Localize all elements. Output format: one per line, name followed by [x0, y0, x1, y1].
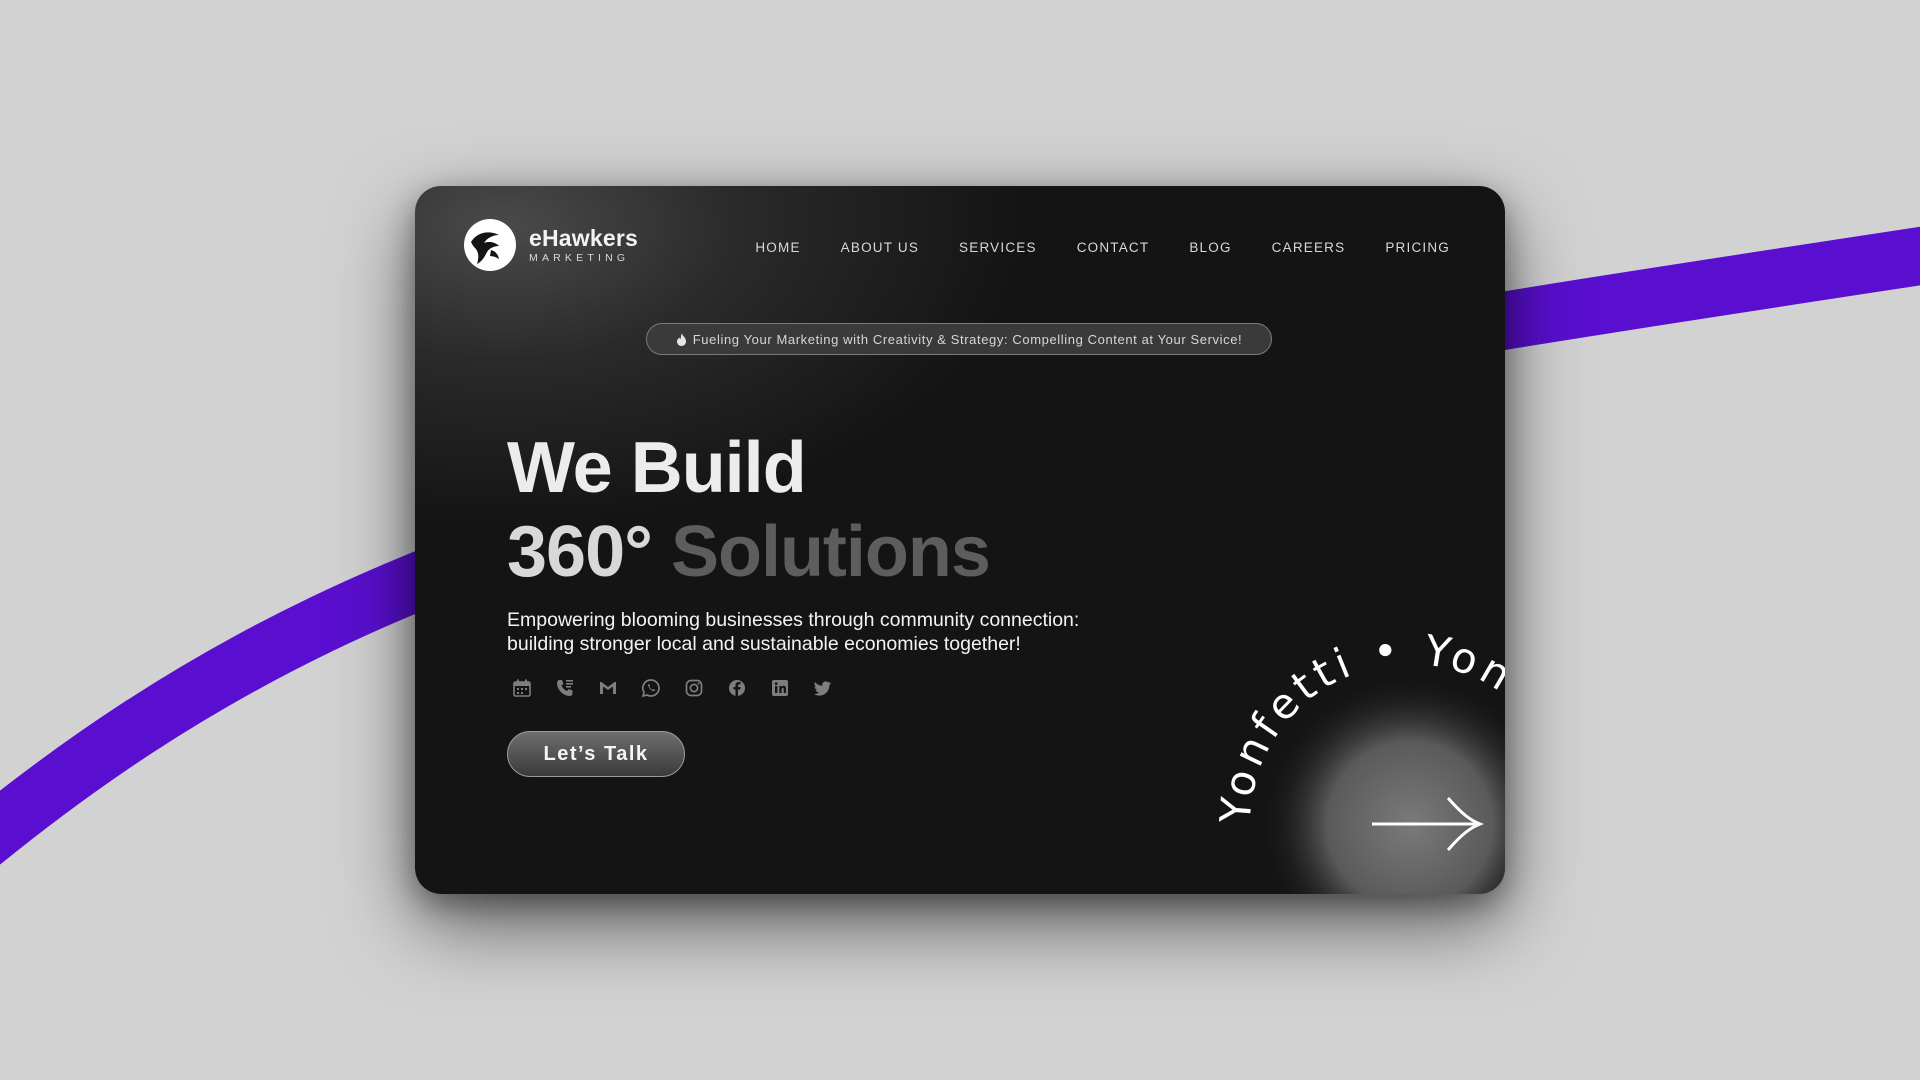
nav-about-us[interactable]: ABOUT US [841, 240, 919, 255]
lets-talk-button[interactable]: Let’s Talk [507, 731, 685, 777]
main-nav: HOME ABOUT US SERVICES CONTACT BLOG CARE… [755, 240, 1450, 255]
yonfetti-circular-badge[interactable]: Yonfetti • Yonfetti • Yonfetti • [1200, 614, 1505, 894]
page-background: eHawkers MARKETING HOME ABOUT US SERVICE… [0, 0, 1920, 1080]
brand-logo[interactable]: eHawkers MARKETING [463, 218, 638, 272]
calendar-icon[interactable] [511, 677, 532, 698]
nav-careers[interactable]: CAREERS [1272, 240, 1346, 255]
announcement-text: Fueling Your Marketing with Creativity &… [692, 331, 1243, 347]
hero-headline: We Build 360° Solutions [507, 426, 991, 594]
headline-solutions: Solutions [670, 512, 991, 592]
nav-blog[interactable]: BLOG [1189, 240, 1231, 255]
headline-360: 360° [507, 512, 653, 592]
nav-pricing[interactable]: PRICING [1385, 240, 1450, 255]
phone-icon[interactable] [554, 677, 575, 698]
instagram-icon[interactable] [683, 677, 704, 698]
nav-contact[interactable]: CONTACT [1077, 240, 1150, 255]
twitter-icon[interactable] [812, 677, 833, 698]
nav-home[interactable]: HOME [755, 240, 800, 255]
hawk-logo-icon [464, 219, 516, 271]
headline-line-1: We Build [507, 428, 807, 508]
flame-icon [676, 332, 686, 346]
brand-name: eHawkers [529, 224, 639, 251]
hero-card: eHawkers MARKETING HOME ABOUT US SERVICE… [415, 186, 1505, 894]
facebook-icon[interactable] [726, 677, 747, 698]
subtext-line-2: building stronger local and sustainable … [507, 633, 1021, 655]
brand-tagline: MARKETING [529, 251, 630, 264]
subtext-line-1: Empowering blooming businesses through c… [507, 609, 1080, 631]
gmail-icon[interactable] [597, 677, 618, 698]
linkedin-icon[interactable] [769, 677, 790, 698]
announcement-banner[interactable]: Fueling Your Marketing with Creativity &… [646, 323, 1272, 355]
social-links [511, 677, 833, 698]
nav-services[interactable]: SERVICES [959, 240, 1037, 255]
whatsapp-icon[interactable] [640, 677, 661, 698]
hero-subtext: Empowering blooming businesses through c… [507, 608, 1147, 656]
